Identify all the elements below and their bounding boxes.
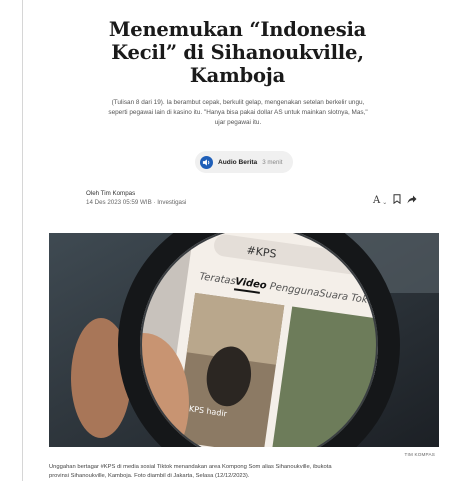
chevron-down-icon: ⌄: [382, 198, 388, 206]
share-icon[interactable]: [407, 191, 417, 209]
caption-line-2: provinsi Sihanoukville, Kamboja. Foto di…: [49, 473, 250, 479]
photo-caption: Unggahan bertagar #KPS di media sosial T…: [49, 463, 429, 481]
speaker-icon: [200, 155, 213, 169]
caption-line-1: Unggahan bertagar #KPS di media sosial T…: [49, 464, 332, 470]
author: Oleh Tim Kompas: [86, 190, 136, 197]
publish-date: 14 Des 2023 05:59 WIB · Investigasi: [86, 199, 187, 206]
lede-line-2: seperti pegawai lain di kasino itu. "Han…: [108, 109, 368, 116]
audio-news-button[interactable]: Audio Berita 3 menit: [195, 151, 293, 173]
lede-line-1: (Tulisan 8 dari 19). Ia berambut cepak, …: [111, 99, 365, 106]
article-title: Menemukan “Indonesia Kecil” di Sihanoukv…: [60, 18, 415, 87]
title-line-2: Kecil” di Sihanoukville,: [111, 41, 364, 64]
title-line-3: Kamboja: [189, 64, 286, 87]
font-size-label: A: [373, 194, 381, 206]
article-toolbar: A ⌄: [373, 191, 417, 209]
article-photo: #KPS Teratas Video Pengguna Suara Toko K…: [49, 233, 439, 447]
photo-credit: TIM KOMPAS: [404, 452, 435, 457]
page-edge: [22, 0, 23, 481]
audio-label: Audio Berita: [218, 158, 258, 166]
lede-line-3: ujar pegawai itu.: [214, 119, 262, 126]
audio-duration: 3 menit: [262, 158, 283, 166]
font-size-button[interactable]: A ⌄: [373, 195, 387, 206]
article-lede: (Tulisan 8 dari 19). Ia berambut cepak, …: [92, 98, 384, 128]
title-line-1: Menemukan “Indonesia: [108, 18, 367, 41]
bookmark-icon[interactable]: [393, 191, 401, 209]
byline: Oleh Tim Kompas 14 Des 2023 05:59 WIB · …: [86, 189, 186, 207]
